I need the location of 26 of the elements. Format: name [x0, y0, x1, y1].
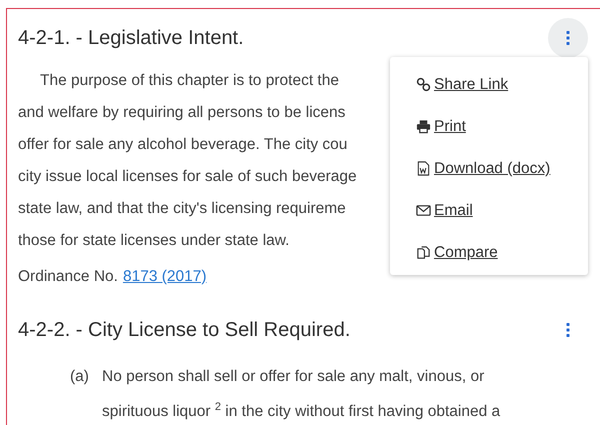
paragraph-line: The purpose of this chapter is to protect the — [39, 71, 339, 91]
menu-item[interactable]: Compare — [416, 240, 498, 265]
section-heading: 4-2-2. - City License to Sell Required. — [18, 318, 350, 342]
menu-item[interactable]: Print — [416, 114, 466, 139]
paragraph-line: those for state licenses under state law. — [18, 231, 290, 251]
paragraph-line: No person shall sell or offer for sale any malt, vinous, or — [102, 367, 486, 387]
print-icon — [416, 119, 431, 134]
more-options-button[interactable] — [548, 18, 588, 58]
compare-icon — [416, 245, 431, 260]
vertical-dots-icon — [566, 31, 570, 45]
paragraph-line: and welfare by requiring all persons to be licens — [18, 103, 346, 123]
docx-icon — [416, 161, 431, 176]
paragraph-line: state law, and that the city's licensing requireme — [18, 199, 346, 219]
menu-item[interactable]: Email — [416, 198, 473, 223]
paragraph-line: offer for sale any alcohol beverage. The city cou — [18, 135, 348, 155]
section-heading: 4-2-1. - Legislative Intent. — [18, 26, 244, 50]
email-icon — [416, 203, 431, 218]
list-marker: (a) — [70, 367, 90, 387]
menu-item[interactable]: Share Link — [416, 72, 508, 97]
paragraph-line: spirituous liquor $^{2}$ in the city without first having obtained a — [102, 400, 500, 422]
paragraph-line: city issue local licenses for sale of such beverage — [18, 167, 357, 187]
vertical-dots-icon — [566, 323, 570, 337]
ordinance-label: Ordinance No. — [18, 267, 118, 287]
menu-item[interactable]: Download (docx) — [416, 156, 550, 181]
ordinance-link[interactable]: 8173 (2017) — [122, 265, 207, 289]
link-icon — [416, 77, 431, 92]
